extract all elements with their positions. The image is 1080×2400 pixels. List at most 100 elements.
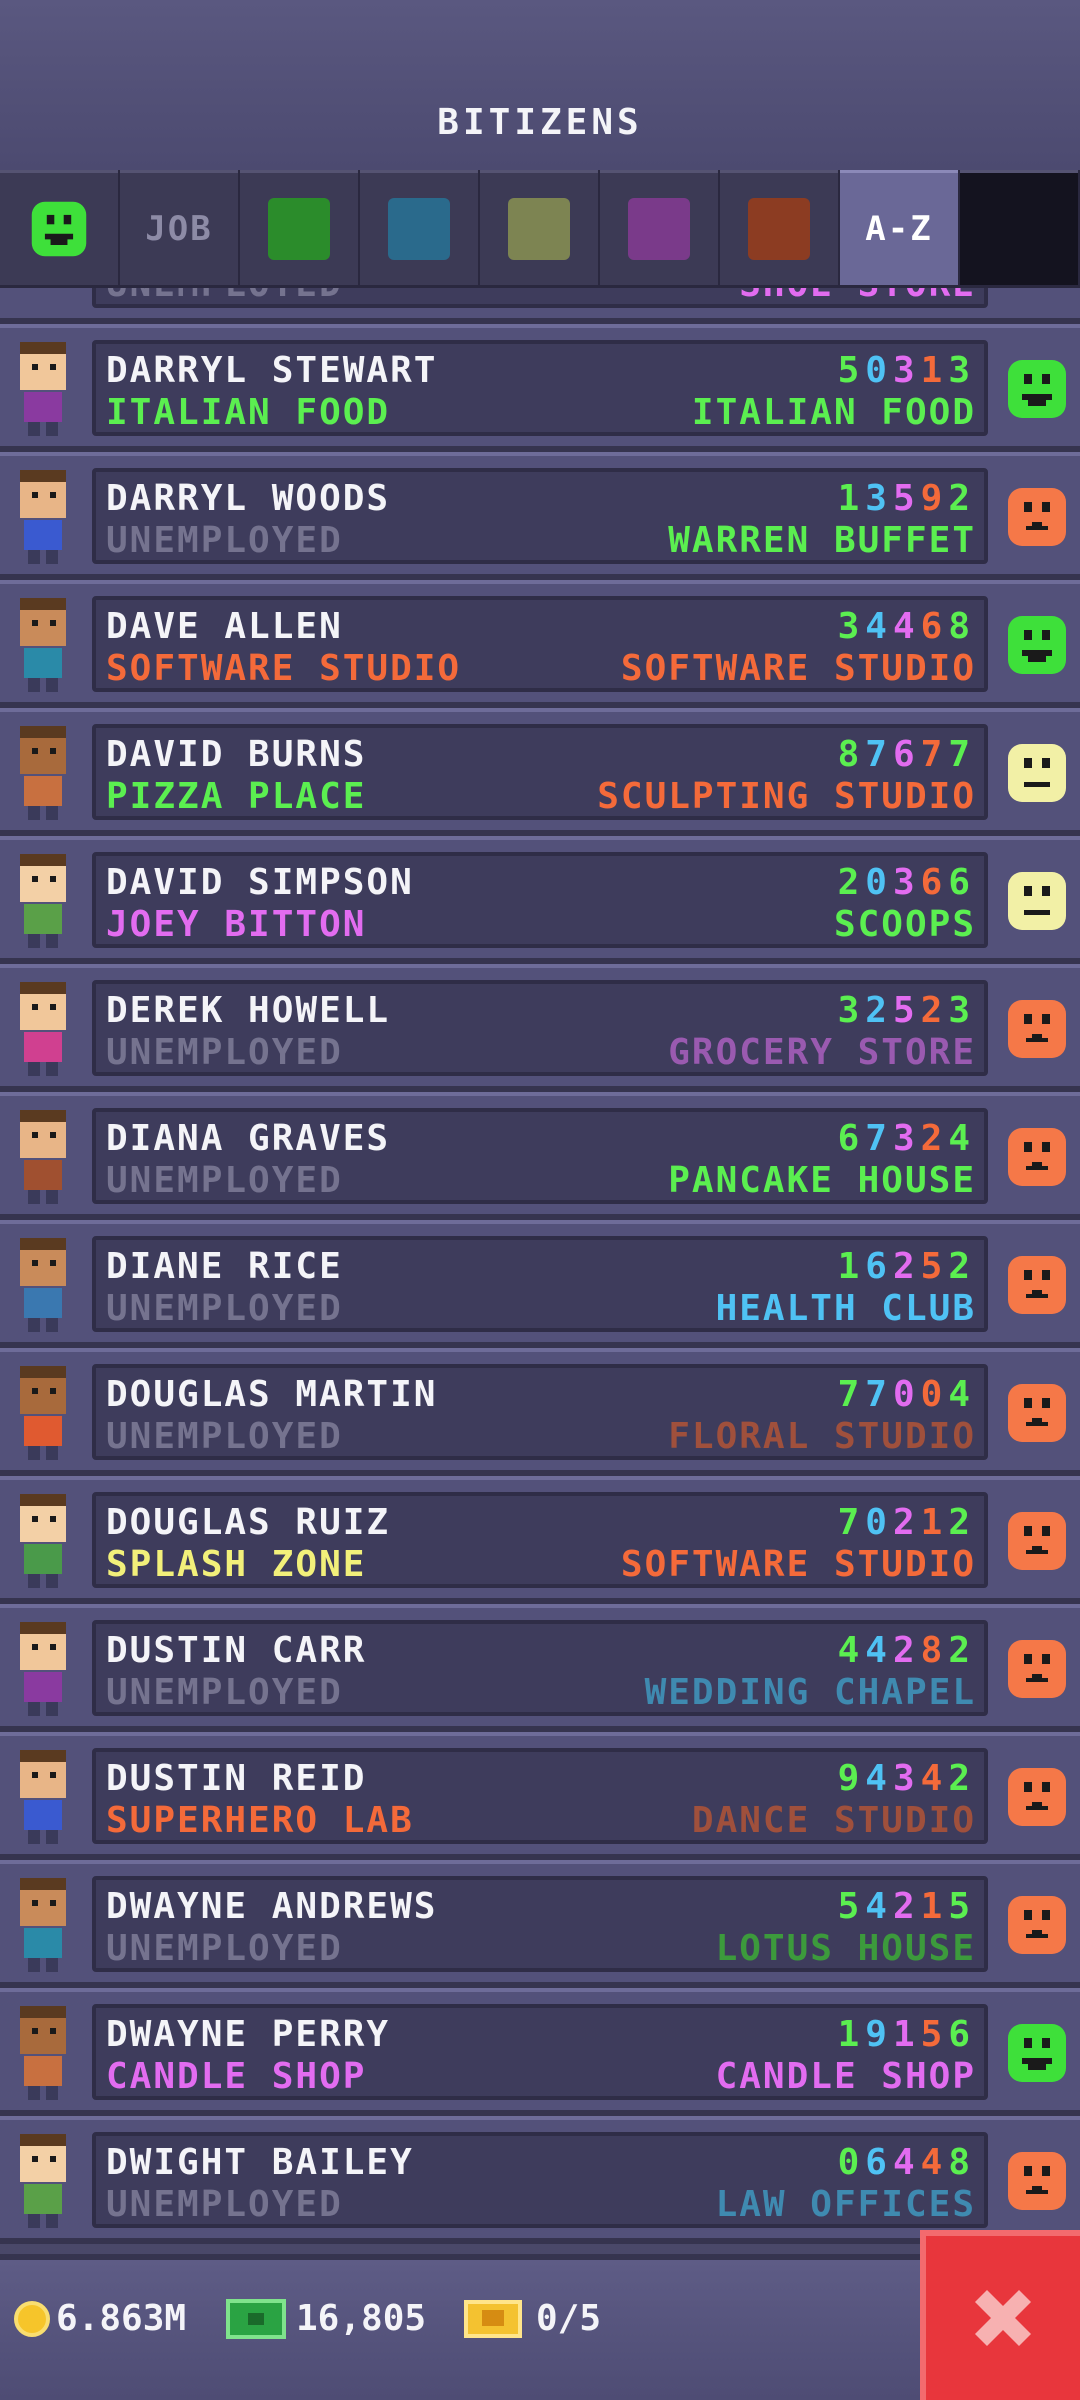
skill-digit: 6 (892, 734, 921, 775)
bitizen-name: DARRYL WOODS (106, 478, 391, 519)
sad-face-icon (1008, 2152, 1066, 2210)
list-item[interactable]: DARRYL STEWART ITALIAN FOOD 50313 ITALIAN F… (0, 324, 1080, 452)
bitizen-card: DEREK HOWELL UNEMPLOYED 32523 GROCERY STORE (92, 980, 988, 1076)
list-item[interactable]: DUSTIN REID SUPERHERO LAB 94342 DANCE STUDI… (0, 1732, 1080, 1860)
bitizen-job: SOFTWARE STUDIO (106, 648, 462, 689)
skill-digit: 9 (837, 1758, 866, 1799)
bitizen-list[interactable]: UNEMPLOYED SHOE STORE DARRYL STEWARTITALIA… (0, 288, 1080, 2254)
list-item[interactable]: DAVE ALLEN SOFTWARE STUDIO 34468 SOFTWARE S… (0, 580, 1080, 708)
bitizen-job: SPLASH ZONE (106, 1544, 367, 1585)
skill-digit: 9 (865, 2014, 893, 2055)
tab-az[interactable]: A-Z (840, 170, 958, 288)
skill-digit: 8 (920, 1630, 949, 1671)
list-item[interactable]: DEREK HOWELL UNEMPLOYED 32523 GROCERY STORE (0, 964, 1080, 1092)
list-item[interactable]: DARRYL WOODS UNEMPLOYED 13592 WARREN BUFFET (0, 452, 1080, 580)
skill-digit: 0 (865, 350, 893, 391)
header: BITIZENS (0, 0, 1080, 170)
list-item[interactable]: DWAYNE PERRY CANDLE SHOP 19156 CANDLE SHOP (0, 1988, 1080, 2116)
list-item[interactable]: DAVID BURNS PIZZA PLACE 87677 SCULPTING STU… (0, 708, 1080, 836)
skill-digit: 2 (948, 1246, 976, 1287)
skill-digit: 7 (948, 734, 976, 775)
bux-icon (226, 2298, 286, 2339)
bitizen-dream-job: SOFTWARE STUDIO (620, 1544, 976, 1585)
bitizen-name: DWAYNE ANDREWS (106, 1886, 438, 1927)
bitizen-dream-job: FLORAL STUDIO (668, 1416, 976, 1457)
bitizen-job: SUPERHERO LAB (106, 1800, 414, 1841)
bitizen-card: DARRYL STEWART ITALIAN FOOD 50313 ITALIAN F… (92, 340, 988, 436)
bitizen-card: DOUGLAS RUIZ SPLASH ZONE 70212 SOFTWARE STU… (92, 1492, 988, 1588)
skill-digit: 8 (948, 606, 976, 647)
bitizen-skill-numbers: 54215 (838, 1886, 976, 1927)
bitizen-skill-numbers: 70212 (838, 1502, 976, 1543)
bitizen-name: DAVID BURNS (106, 734, 367, 775)
color-swatch (388, 198, 450, 260)
happy-face-icon (1008, 2024, 1066, 2082)
bitizen-card: DAVID BURNS PIZZA PLACE 87677 SCULPTING STU… (92, 724, 988, 820)
skill-digit: 0 (865, 862, 893, 903)
bitizen-job: UNEMPLOYED (106, 288, 343, 305)
list-item[interactable]: DUSTIN CARR UNEMPLOYED 44282 WEDDING CHAPEL (0, 1604, 1080, 1732)
tab-green[interactable] (240, 170, 358, 288)
list-item[interactable]: DOUGLAS RUIZ SPLASH ZONE 70212 SOFTWARE STU… (0, 1476, 1080, 1604)
bitizen-avatar (20, 854, 66, 948)
skill-digit: 3 (892, 1758, 921, 1799)
bitizen-name: DWAYNE PERRY (106, 2014, 391, 2055)
skill-digit: 3 (892, 350, 921, 391)
bitizen-card: DIANA GRAVES UNEMPLOYED 67324 PANCAKE HOUSE (92, 1108, 988, 1204)
skill-digit: 7 (837, 1374, 866, 1415)
skill-digit: 0 (920, 1374, 949, 1415)
page-title: BITIZENS (437, 102, 643, 143)
skill-digit: 7 (865, 1374, 893, 1415)
bitizen-avatar (20, 342, 66, 436)
bitizen-dream-job: SHOE STORE (739, 288, 976, 305)
skill-digit: 4 (948, 1374, 976, 1415)
bitizen-name: DIANE RICE (106, 1246, 343, 1287)
sad-face-icon (1008, 1256, 1066, 1314)
bitizen-avatar (20, 598, 66, 692)
bitizen-avatar (20, 982, 66, 1076)
skill-digit: 2 (920, 990, 949, 1031)
list-item[interactable]: DIANA GRAVES UNEMPLOYED 67324 PANCAKE HOUSE (0, 1092, 1080, 1220)
tab-purple[interactable] (600, 170, 718, 288)
list-item[interactable]: DIANE RICE UNEMPLOYED 16252 HEALTH CLUB (0, 1220, 1080, 1348)
skill-digit: 1 (837, 1246, 866, 1287)
bitizen-name: DUSTIN REID (106, 1758, 367, 1799)
bitizen-dream-job: SCULPTING STUDIO (597, 776, 976, 817)
happy-face-icon (31, 201, 87, 257)
skill-digit: 3 (948, 350, 976, 391)
bitizen-avatar (20, 1750, 66, 1844)
list-item[interactable]: DAVID SIMPSON JOEY BITTON 20366 SCOOPS (0, 836, 1080, 964)
tab-blue[interactable] (360, 170, 478, 288)
skill-digit: 6 (948, 2014, 976, 2055)
tickets-value: 0/5 (536, 2298, 602, 2339)
filter-tab-bar: JOB A-Z (0, 170, 1080, 288)
bitizen-skill-numbers: 44282 (838, 1630, 976, 1671)
bitizen-skill-numbers: 32523 (838, 990, 976, 1031)
skill-digit: 4 (920, 1758, 949, 1799)
coins-value: 6.863M (56, 2298, 187, 2339)
skill-digit: 8 (837, 734, 866, 775)
tab-olive[interactable] (480, 170, 598, 288)
bitizen-card: DOUGLAS MARTIN UNEMPLOYED 77004 FLORAL STUD… (92, 1364, 988, 1460)
skill-digit: 2 (892, 1502, 921, 1543)
skill-digit: 2 (948, 1630, 976, 1671)
list-item[interactable]: DWAYNE ANDREWS UNEMPLOYED 54215 LOTUS HOUSE (0, 1860, 1080, 1988)
bitizen-card: DUSTIN CARR UNEMPLOYED 44282 WEDDING CHAPEL (92, 1620, 988, 1716)
skill-digit: 6 (948, 862, 976, 903)
skill-digit: 5 (948, 1886, 976, 1927)
list-item[interactable]: DOUGLAS MARTIN UNEMPLOYED 77004 FLORAL STUD… (0, 1348, 1080, 1476)
bitizen-skill-numbers: 16252 (838, 1246, 976, 1287)
sad-face-icon (1008, 1768, 1066, 1826)
close-button[interactable] (920, 2230, 1080, 2400)
list-item[interactable]: UNEMPLOYED SHOE STORE (0, 288, 1080, 324)
coins-stat: 6.863M (14, 2298, 186, 2339)
skill-digit: 5 (920, 2014, 949, 2055)
tab-job[interactable]: JOB (120, 170, 238, 288)
bitizen-avatar (20, 1622, 66, 1716)
tab-orange[interactable] (720, 170, 838, 288)
skill-digit: 6 (865, 2142, 893, 2183)
list-item[interactable]: DWIGHT BAILEY UNEMPLOYED 06448 LAW OFFICES (0, 2116, 1080, 2244)
tab-mood[interactable] (0, 170, 118, 288)
skill-digit: 4 (865, 1758, 893, 1799)
bitizen-name: DOUGLAS RUIZ (106, 1502, 391, 1543)
